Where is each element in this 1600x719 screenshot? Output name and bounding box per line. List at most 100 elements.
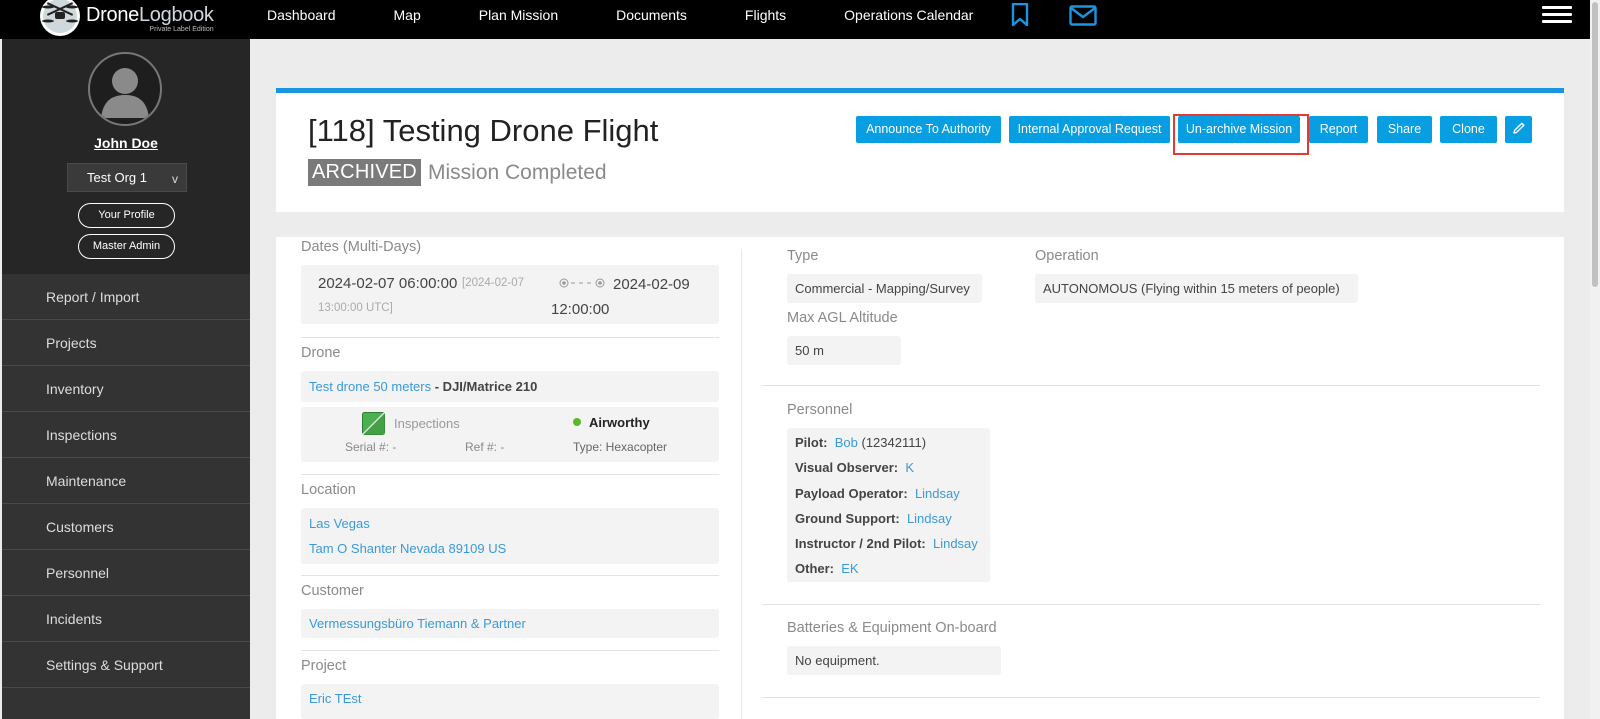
start-date: 2024-02-07 06:00:00	[318, 275, 458, 292]
inspection-status-icon[interactable]	[362, 412, 385, 438]
bookmark-icon[interactable]	[1010, 2, 1030, 32]
app-logo[interactable]: DroneLogbook Private Label Edition	[38, 0, 214, 38]
customer-link[interactable]: Vermessungsbüro Tiemann & Partner	[309, 616, 526, 631]
other-role: Other:	[795, 561, 834, 576]
sidebar-item-inspections[interactable]: Inspections	[2, 412, 250, 458]
visual-observer-link[interactable]: K	[905, 460, 914, 475]
airworthy-status: Airworthy	[589, 415, 650, 430]
scrollbar-thumb[interactable]	[1592, 2, 1598, 287]
other-link[interactable]: EK	[841, 561, 858, 576]
unarchive-highlight-box	[1173, 114, 1309, 155]
pilot-link[interactable]: Bob	[835, 435, 858, 450]
sidebar-item-settings-support[interactable]: Settings & Support	[2, 642, 250, 688]
airworthy-status-dot	[573, 418, 581, 426]
brand-name-part2: Logbook	[138, 4, 214, 26]
drone-model: - DJI/Matrice 210	[431, 379, 538, 394]
envelope-icon[interactable]	[1069, 5, 1097, 31]
end-time: 12:00:00	[551, 301, 610, 318]
archived-badge: ARCHIVED	[308, 159, 421, 186]
personnel-row: Other: EK	[795, 561, 859, 576]
sidebar-item-incidents[interactable]: Incidents	[2, 596, 250, 642]
drone-label: Drone	[301, 345, 341, 361]
operation-value: AUTONOMOUS (Flying within 15 meters of p…	[1043, 281, 1340, 296]
type-value: Commercial - Mapping/Survey	[795, 281, 970, 296]
equipment-label: Batteries & Equipment On-board	[787, 620, 997, 636]
share-button[interactable]: Share	[1377, 116, 1432, 143]
your-profile-button[interactable]: Your Profile	[78, 203, 175, 228]
page-scrollbar[interactable]	[1590, 0, 1600, 719]
personnel-row: Pilot: Bob (12342111)	[795, 435, 926, 450]
personnel-box: Pilot: Bob (12342111) Visual Observer: K…	[787, 428, 990, 582]
page-title: [118] Testing Drone Flight	[308, 113, 659, 148]
end-date: 2024-02-09	[613, 276, 690, 293]
location-box: Las Vegas Tam O Shanter Nevada 89109 US	[301, 508, 719, 564]
type-label: Type	[787, 248, 819, 264]
org-select-value: Test Org 1	[87, 170, 147, 185]
nav-dashboard[interactable]: Dashboard	[267, 7, 336, 23]
drone-type: Type: Hexacopter	[573, 440, 668, 454]
customer-box: Vermessungsbüro Tiemann & Partner	[301, 609, 719, 638]
internal-approval-request-button[interactable]: Internal Approval Request	[1009, 116, 1170, 143]
location-label: Location	[301, 482, 356, 498]
ground-support-link[interactable]: Lindsay	[907, 511, 952, 526]
customer-label: Customer	[301, 583, 364, 599]
user-avatar-icon[interactable]	[88, 52, 162, 126]
pilot-role: Pilot:	[795, 435, 828, 450]
drone-logo-icon	[38, 0, 82, 38]
payload-operator-role: Payload Operator:	[795, 486, 908, 501]
start-utc-line1: [2024-02-07	[462, 277, 525, 289]
location-city-link[interactable]: Las Vegas	[309, 516, 370, 531]
report-button[interactable]: Report	[1309, 116, 1368, 143]
sidebar: John Doe Test Org 1 v Your Profile Maste…	[2, 39, 250, 719]
location-address-link[interactable]: Tam O Shanter Nevada 89109 US	[309, 541, 506, 556]
dates-label: Dates (Multi-Days)	[301, 239, 422, 255]
edit-button[interactable]	[1505, 116, 1532, 143]
clone-button[interactable]: Clone	[1440, 116, 1497, 143]
mission-status: Mission Completed	[428, 161, 607, 184]
announce-to-authority-button[interactable]: Announce To Authority	[856, 116, 1001, 143]
project-label: Project	[301, 658, 347, 674]
drone-link[interactable]: Test drone 50 meters	[309, 379, 431, 394]
operation-box: AUTONOMOUS (Flying within 15 meters of p…	[1035, 274, 1358, 303]
operation-label: Operation	[1035, 248, 1099, 264]
sidebar-item-inventory[interactable]: Inventory	[2, 366, 250, 412]
altitude-label: Max AGL Altitude	[787, 310, 898, 326]
sidebar-item-customers[interactable]: Customers	[2, 504, 250, 550]
ground-support-role: Ground Support:	[795, 511, 900, 526]
instructor-link[interactable]: Lindsay	[933, 536, 978, 551]
dates-box: 2024-02-07 06:00:00 [2024-02-07 13:00:00…	[301, 265, 719, 324]
personnel-row: Instructor / 2nd Pilot: Lindsay	[795, 536, 978, 551]
sidebar-item-personnel[interactable]: Personnel	[2, 550, 250, 596]
drone-serial: Serial #: -	[345, 440, 397, 454]
nav-plan-mission[interactable]: Plan Mission	[479, 7, 558, 23]
payload-operator-link[interactable]: Lindsay	[915, 486, 960, 501]
sidebar-item-maintenance[interactable]: Maintenance	[2, 458, 250, 504]
top-navbar: DroneLogbook Private Label Edition Dashb…	[0, 0, 1600, 39]
sidebar-item-projects[interactable]: Projects	[2, 320, 250, 366]
profile-panel: John Doe Test Org 1 v Your Profile Maste…	[2, 39, 250, 274]
type-box: Commercial - Mapping/Survey	[787, 274, 982, 303]
user-name-link[interactable]: John Doe	[2, 135, 250, 151]
mission-header-card: [118] Testing Drone Flight ARCHIVED Miss…	[276, 88, 1564, 212]
nav-documents[interactable]: Documents	[616, 7, 687, 23]
nav-map[interactable]: Map	[394, 7, 421, 23]
instructor-role: Instructor / 2nd Pilot:	[795, 536, 926, 551]
altitude-value: 50 m	[795, 343, 824, 358]
brand-name-part1: Drone	[86, 4, 139, 26]
project-link[interactable]: Eric TEst	[309, 691, 362, 706]
nav-flights[interactable]: Flights	[745, 7, 786, 23]
org-select[interactable]: Test Org 1 v	[67, 163, 187, 192]
hamburger-menu-icon[interactable]	[1542, 6, 1572, 23]
inspections-label: Inspections	[394, 416, 460, 431]
brand-edition: Private Label Edition	[149, 26, 214, 33]
personnel-label: Personnel	[787, 402, 853, 418]
altitude-box: 50 m	[787, 336, 901, 365]
main-nav: Dashboard Map Plan Mission Documents Fli…	[267, 0, 1031, 29]
drone-ref: Ref #: -	[465, 440, 505, 454]
sidebar-item-report-import[interactable]: Report / Import	[2, 274, 250, 320]
master-admin-button[interactable]: Master Admin	[78, 234, 175, 259]
pencil-icon	[1512, 122, 1524, 134]
drone-details-box: Inspections Airworthy Serial #: - Ref #:…	[301, 407, 719, 462]
nav-operations-calendar[interactable]: Operations Calendar	[844, 7, 973, 23]
pilot-id: (12342111)	[857, 435, 927, 450]
